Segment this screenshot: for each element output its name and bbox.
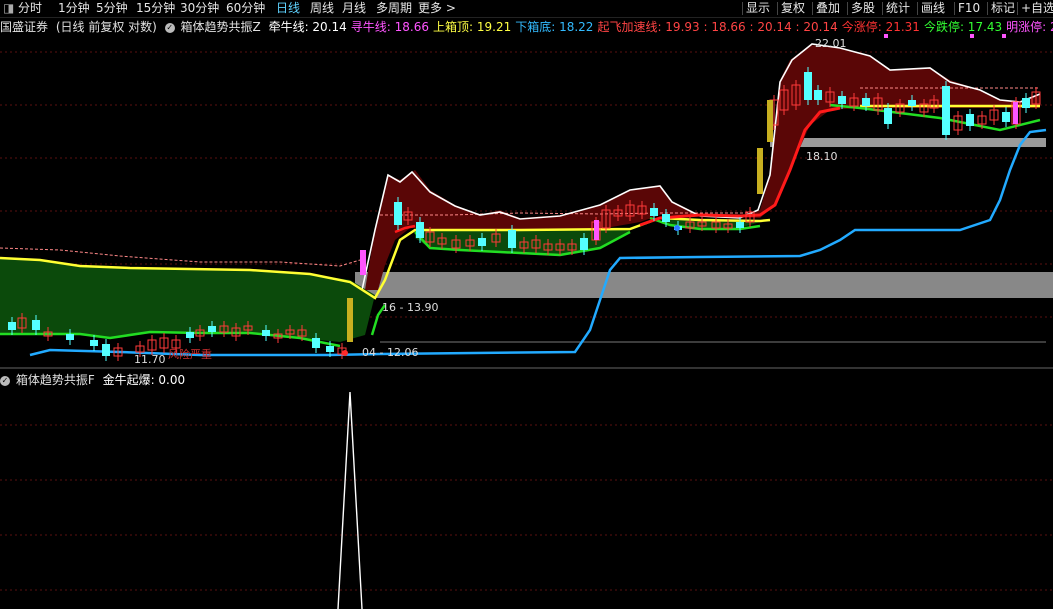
price-label-low: 11.70 (134, 353, 166, 366)
candle-body-12 (186, 332, 194, 338)
signal-dot-blue (674, 225, 680, 231)
candle-body-34 (508, 230, 516, 248)
candle-body-46 (650, 208, 658, 216)
limit-marker-3 (1002, 34, 1006, 38)
legend-item-0: 金牛起爆: 0.00 (102, 373, 186, 387)
candle-body-61 (838, 96, 846, 104)
price-label-low-box: 04 - 12.06 (362, 346, 419, 359)
candle-body-47 (662, 214, 670, 222)
price-label-mid: 18.10 (806, 150, 838, 163)
grey-box-band-lower (355, 272, 1053, 298)
marker-bar-yellow-1 (347, 298, 353, 342)
price-label-box-low: 16 - 13.90 (382, 301, 439, 314)
candle-body-70 (942, 86, 950, 135)
red-fill (365, 45, 1040, 290)
candle-body-6 (102, 344, 110, 356)
candle-body-67 (908, 100, 916, 106)
candle-body-0 (8, 322, 16, 330)
candle-body-32 (478, 238, 486, 246)
candle-body-5 (90, 340, 98, 346)
candle-body-22 (312, 338, 320, 348)
candle-body-65 (884, 108, 892, 124)
candle-body-59 (814, 90, 822, 100)
candle-body-25 (394, 202, 402, 225)
candle-body-63 (862, 98, 870, 106)
warning-label: 风险严重 (168, 348, 212, 361)
sub-chart-legend: ✓ 箱体趋势共振F 金牛起爆: 0.00 (0, 372, 189, 388)
candle-body-75 (1002, 112, 1010, 122)
candle-body-58 (804, 72, 812, 100)
signal-dot-red (342, 350, 348, 356)
candle-body-4 (66, 334, 74, 340)
kline-chart[interactable] (0, 0, 1053, 609)
candle-body-2 (32, 320, 40, 330)
candle-body-23 (326, 346, 334, 352)
candle-body-18 (262, 330, 270, 336)
marker-bar-magenta-3 (1013, 102, 1018, 124)
candle-body-14 (208, 326, 216, 332)
settings-icon[interactable]: ✓ (0, 375, 10, 386)
limit-marker-2 (970, 34, 974, 38)
candle-body-40 (580, 238, 588, 250)
marker-bar-yellow-2 (757, 148, 763, 194)
marker-bar-magenta-1 (360, 250, 366, 275)
grey-box-band-upper (770, 138, 1046, 147)
marker-bar-yellow-3 (767, 100, 773, 142)
candle-body-27 (416, 222, 424, 238)
sub-indicator-name[interactable]: 箱体趋势共振F (16, 372, 95, 388)
candle-body-53 (736, 222, 744, 228)
candle-body-77 (1022, 98, 1030, 108)
candle-body-72 (966, 114, 974, 126)
limit-marker-1 (884, 34, 888, 38)
marker-bar-magenta-2 (594, 220, 599, 240)
green-fill-left (0, 258, 375, 342)
price-label-high: 22.01 (815, 37, 847, 50)
